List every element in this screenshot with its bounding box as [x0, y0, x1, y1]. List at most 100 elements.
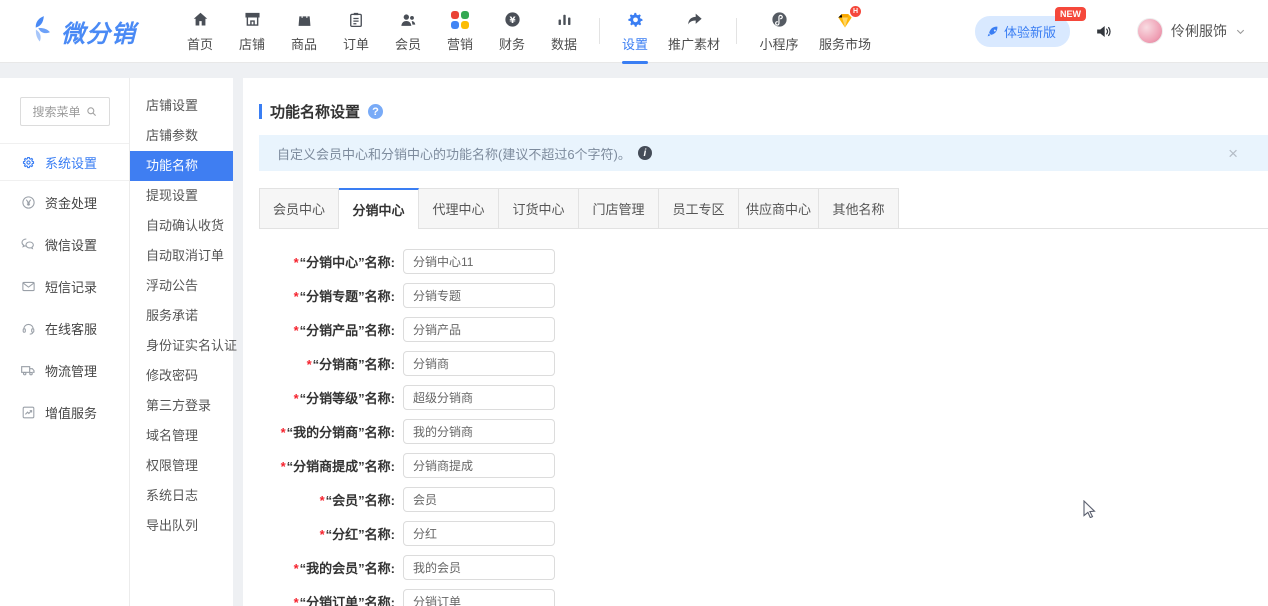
account-name: 伶俐服饰 — [1171, 21, 1227, 41]
nav-item-settings[interactable]: 设置 — [609, 0, 661, 63]
field-label: *“分销商”名称: — [259, 354, 395, 373]
sidebar-item-sms[interactable]: 短信记录 — [0, 265, 129, 307]
try-new-label: 体验新版 — [1004, 22, 1056, 41]
feature-name-form: *“分销中心”名称: *“分销专题”名称: *“分销产品”名称: *“分销商”名… — [259, 249, 1268, 606]
distribution-order-name-input[interactable] — [403, 589, 555, 606]
sidebar-item-label: 资金处理 — [45, 193, 97, 212]
form-row-distributor: *“分销商”名称: — [259, 351, 1268, 376]
sidebar-item-logistics[interactable]: 物流管理 — [0, 349, 129, 391]
primary-sidebar: 搜索菜单 系统设置 资金处理 微信设置 — [0, 78, 130, 606]
marketing-icon — [451, 10, 469, 30]
distribution-topic-name-input[interactable] — [403, 283, 555, 308]
tab-bar: 会员中心 分销中心 代理中心 订货中心 门店管理 员工专区 供应商中心 其他名称 — [259, 188, 1268, 229]
submenu-item-withdrawal-settings[interactable]: 提现设置 — [130, 181, 233, 211]
nav-item-goods[interactable]: 商品 — [278, 0, 330, 63]
sidebar-item-value-added[interactable]: 增值服务 — [0, 391, 129, 433]
help-icon[interactable]: ? — [368, 104, 383, 119]
tab-store-management[interactable]: 门店管理 — [579, 188, 659, 228]
distributor-commission-name-input[interactable] — [403, 453, 555, 478]
search-input[interactable]: 搜索菜单 — [20, 97, 110, 126]
account-menu[interactable]: 伶俐服饰 — [1137, 18, 1246, 44]
submenu-item-service-promise[interactable]: 服务承诺 — [130, 301, 233, 331]
submenu-item-feature-names[interactable]: 功能名称 — [130, 151, 233, 181]
form-row-my-distributor: *“我的分销商”名称: — [259, 419, 1268, 444]
orders-icon — [347, 10, 365, 30]
nav-item-members[interactable]: 会员 — [382, 0, 434, 63]
nav-label: 推广素材 — [668, 34, 720, 53]
required-mark: * — [320, 493, 325, 508]
rocket-icon — [986, 25, 999, 38]
close-icon[interactable]: × — [1228, 145, 1238, 162]
nav-item-finance[interactable]: ¥ 财务 — [486, 0, 538, 63]
tab-ordering-center[interactable]: 订货中心 — [499, 188, 579, 228]
announcement-speaker-icon[interactable] — [1094, 22, 1113, 41]
my-distributor-name-input[interactable] — [403, 419, 555, 444]
page-body: 搜索菜单 系统设置 资金处理 微信设置 — [0, 63, 1268, 606]
submenu-item-domain-management[interactable]: 域名管理 — [130, 421, 233, 451]
nav-item-store[interactable]: 店铺 — [226, 0, 278, 63]
tab-agent-center[interactable]: 代理中心 — [419, 188, 499, 228]
sidebar-item-system-settings[interactable]: 系统设置 — [0, 143, 129, 181]
nav-label: 财务 — [499, 34, 525, 53]
distributor-name-input[interactable] — [403, 351, 555, 376]
submenu-item-system-log[interactable]: 系统日志 — [130, 481, 233, 511]
avatar — [1137, 18, 1163, 44]
nav-divider — [736, 18, 737, 44]
submenu-item-auto-cancel-order[interactable]: 自动取消订单 — [130, 241, 233, 271]
required-mark: * — [294, 289, 299, 304]
promo-share-icon — [685, 10, 704, 30]
nav-label: 店铺 — [239, 34, 265, 53]
nav-item-home[interactable]: 首页 — [174, 0, 226, 63]
info-banner: 自定义会员中心和分销中心的功能名称(建议不超过6个字符)。 i × — [259, 135, 1268, 171]
field-label: *“分销专题”名称: — [259, 286, 395, 305]
distribution-center-name-input[interactable] — [403, 249, 555, 274]
sidebar-item-wechat[interactable]: 微信设置 — [0, 223, 129, 265]
nav-item-marketing[interactable]: 营销 — [434, 0, 486, 63]
form-row-distribution-level: *“分销等级”名称: — [259, 385, 1268, 410]
sidebar-item-label: 短信记录 — [45, 277, 97, 296]
submenu-item-id-verification[interactable]: 身份证实名认证 — [130, 331, 233, 361]
submenu-item-change-password[interactable]: 修改密码 — [130, 361, 233, 391]
new-badge: NEW — [1055, 7, 1086, 21]
submenu-item-permission-management[interactable]: 权限管理 — [130, 451, 233, 481]
submenu-item-export-queue[interactable]: 导出队列 — [130, 511, 233, 541]
dividend-name-input[interactable] — [403, 521, 555, 546]
nav-label: 营销 — [447, 34, 473, 53]
field-label: *“分销订单”名称: — [259, 592, 395, 606]
distribution-level-name-input[interactable] — [403, 385, 555, 410]
app-logo[interactable]: 微分销 — [30, 14, 136, 49]
required-mark: * — [281, 425, 286, 440]
submenu-item-auto-confirm-receipt[interactable]: 自动确认收货 — [130, 211, 233, 241]
distribution-product-name-input[interactable] — [403, 317, 555, 342]
form-row-my-member: *“我的会员”名称: — [259, 555, 1268, 580]
submenu-item-store-params[interactable]: 店铺参数 — [130, 121, 233, 151]
info-icon[interactable]: i — [638, 146, 652, 160]
gem-icon: H — [835, 10, 855, 30]
required-mark: * — [294, 561, 299, 576]
try-new-version-button[interactable]: 体验新版 NEW — [975, 16, 1070, 47]
form-row-distribution-topic: *“分销专题”名称: — [259, 283, 1268, 308]
nav-item-mini-program[interactable]: 小程序 — [746, 0, 812, 63]
tab-distribution-center[interactable]: 分销中心 — [339, 188, 419, 229]
member-name-input[interactable] — [403, 487, 555, 512]
nav-item-orders[interactable]: 订单 — [330, 0, 382, 63]
tab-supplier-center[interactable]: 供应商中心 — [739, 188, 819, 228]
field-label: *“分销中心”名称: — [259, 252, 395, 271]
submenu-item-floating-notice[interactable]: 浮动公告 — [130, 271, 233, 301]
sidebar-item-customer-service[interactable]: 在线客服 — [0, 307, 129, 349]
nav-item-service-market[interactable]: H 服务市场 — [812, 0, 878, 63]
my-member-name-input[interactable] — [403, 555, 555, 580]
nav-item-data[interactable]: 数据 — [538, 0, 590, 63]
submenu-item-store-settings[interactable]: 店铺设置 — [130, 91, 233, 121]
secondary-sidebar: 店铺设置 店铺参数 功能名称 提现设置 自动确认收货 自动取消订单 浮动公告 服… — [130, 78, 233, 606]
tab-other-names[interactable]: 其他名称 — [819, 188, 899, 228]
nav-label: 订单 — [343, 34, 369, 53]
gear-icon — [20, 155, 36, 170]
sidebar-item-funds[interactable]: 资金处理 — [0, 181, 129, 223]
tab-staff-zone[interactable]: 员工专区 — [659, 188, 739, 228]
nav-label: 首页 — [187, 34, 213, 53]
nav-item-promo-materials[interactable]: 推广素材 — [661, 0, 727, 63]
tab-member-center[interactable]: 会员中心 — [259, 188, 339, 228]
members-icon — [398, 10, 418, 30]
submenu-item-third-party-login[interactable]: 第三方登录 — [130, 391, 233, 421]
